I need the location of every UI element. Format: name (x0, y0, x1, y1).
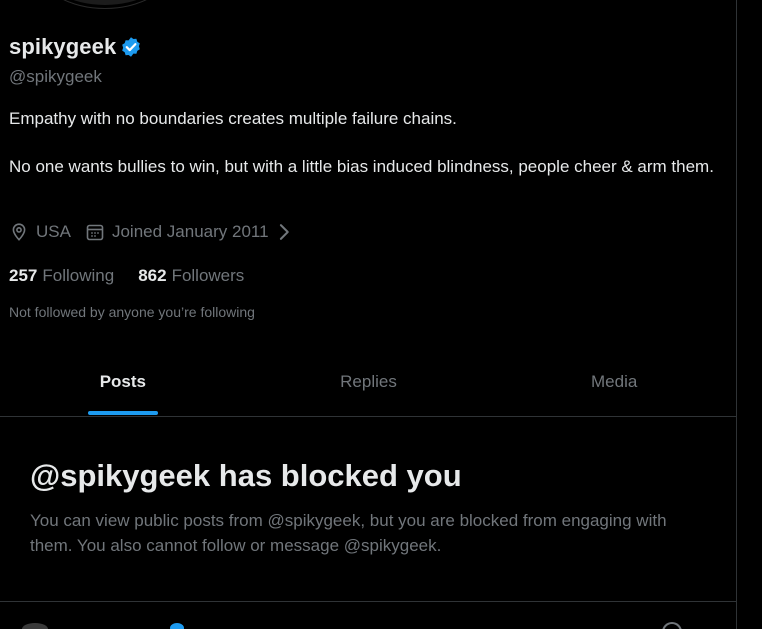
followers-link[interactable]: 862 Followers (138, 266, 244, 286)
tab-media[interactable]: Media (491, 350, 736, 416)
display-name: spikygeek (9, 34, 117, 59)
location-pin-icon (12, 223, 26, 241)
followers-count: 862 (138, 266, 167, 285)
blocked-description: You can view public posts from @spikygee… (30, 511, 667, 555)
joined-text: Joined January 2011 (111, 222, 269, 241)
avatar[interactable] (40, 0, 170, 8)
verified-badge-icon (170, 623, 184, 629)
user-handle: @spikygeek (9, 67, 102, 86)
bio: Empathy with no boundaries creates multi… (9, 107, 724, 179)
display-name-row: spikygeek (9, 34, 142, 60)
followers-label: Followers (171, 266, 245, 285)
following-link[interactable]: 257 Following (9, 266, 114, 286)
tab-label: Replies (340, 371, 397, 391)
bio-line: No one wants bullies to win, but with a … (9, 157, 714, 176)
chevron-right-icon (279, 224, 289, 240)
active-tab-indicator (87, 411, 158, 415)
location: USA (9, 222, 71, 242)
tab-replies[interactable]: Replies (246, 350, 492, 416)
following-label: Following (42, 266, 115, 285)
bio-line: Empathy with no boundaries creates multi… (9, 109, 457, 128)
profile-column: spikygeek @spikygeek Empathy with no bou… (0, 0, 737, 629)
following-count: 257 (9, 266, 38, 285)
tab-posts[interactable]: Posts (0, 350, 246, 416)
tab-label: Posts (99, 371, 146, 391)
avatar[interactable] (22, 623, 48, 629)
follow-counts: 257 Following 862 Followers (9, 266, 268, 286)
calendar-icon (86, 224, 104, 241)
more-icon[interactable] (662, 622, 682, 629)
tab-label: Media (591, 371, 638, 391)
verified-badge-icon[interactable] (120, 36, 142, 58)
profile-tabs: Posts Replies Media (0, 350, 736, 417)
profile-meta: USA Joined January 2011 (9, 222, 315, 242)
blocked-title: @spikygeek has blocked you (30, 458, 462, 493)
not-followed-notice: Not followed by anyone you’re following (9, 304, 255, 320)
joined-date[interactable]: Joined January 2011 (85, 222, 301, 242)
location-text: USA (36, 222, 71, 241)
divider (0, 601, 736, 602)
